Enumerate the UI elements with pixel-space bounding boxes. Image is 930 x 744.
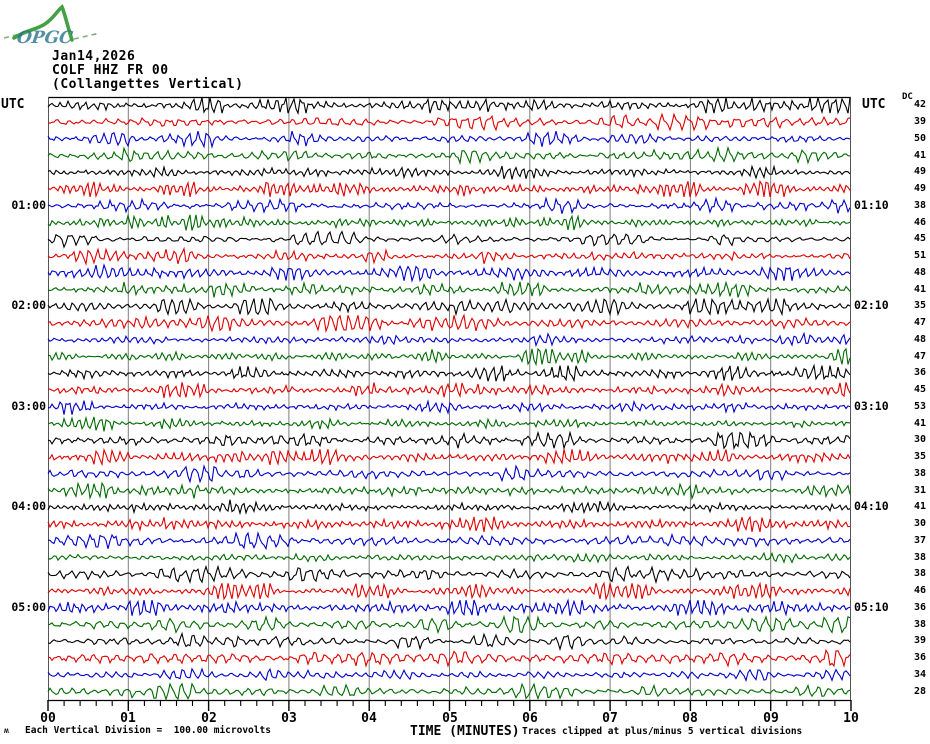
dc-value: 35 (913, 300, 926, 311)
x-tick-label: 01 (120, 711, 136, 726)
dc-value: 51 (913, 250, 926, 261)
x-tick-label: 06 (522, 711, 538, 726)
left-time-label: 03:00 (11, 399, 46, 413)
dc-value: 36 (913, 652, 926, 663)
x-tick-label: 07 (602, 711, 618, 726)
corner-mark: ʍ (4, 726, 9, 735)
dc-value: 39 (913, 116, 926, 127)
seismogram-plot (47, 96, 852, 711)
dc-value: 39 (913, 635, 926, 646)
x-axis-title: TIME (MINUTES) (410, 724, 520, 739)
dc-value: 41 (913, 284, 926, 295)
dc-value: 28 (913, 686, 926, 697)
helicorder-screen: OPGC Jan14,2026 COLF HHZ FR 00 (Collange… (0, 0, 930, 744)
dc-value: 47 (913, 317, 926, 328)
left-time-label: 05:00 (11, 600, 46, 614)
x-tick-label: 10 (843, 711, 859, 726)
dc-value: 41 (913, 150, 926, 161)
left-time-label: 02:00 (11, 298, 46, 312)
scale-note: Each Vertical Division = 100.00 microvol… (25, 725, 271, 736)
dc-value: 49 (913, 183, 926, 194)
x-tick-label: 02 (201, 711, 217, 726)
dc-value: 47 (913, 351, 926, 362)
right-time-label: 04:10 (854, 499, 889, 513)
dc-value: 53 (913, 401, 926, 412)
dc-value: 46 (913, 585, 926, 596)
dc-value: 36 (913, 367, 926, 378)
x-tick-label: 03 (281, 711, 297, 726)
dc-value: 42 (913, 99, 926, 110)
left-time-label: 04:00 (11, 499, 46, 513)
x-tick-label: 04 (361, 711, 377, 726)
dc-value: 38 (913, 200, 926, 211)
dc-value: 35 (913, 451, 926, 462)
right-time-label: 01:10 (854, 198, 889, 212)
dc-value: 30 (913, 518, 926, 529)
dc-value: 38 (913, 552, 926, 563)
x-tick-label: 08 (682, 711, 698, 726)
dc-value: 45 (913, 233, 926, 244)
dc-value: 38 (913, 568, 926, 579)
dc-value: 48 (913, 267, 926, 278)
dc-value: 37 (913, 535, 926, 546)
right-time-label: 05:10 (854, 600, 889, 614)
x-tick-label: 00 (40, 711, 56, 726)
clip-note: Traces clipped at plus/minus 5 vertical … (522, 726, 803, 737)
dc-value: 48 (913, 334, 926, 345)
left-time-label: 01:00 (11, 198, 46, 212)
dc-value: 46 (913, 217, 926, 228)
dc-value: 34 (913, 669, 926, 680)
dc-value: 38 (913, 468, 926, 479)
dc-value: 41 (913, 418, 926, 429)
dc-value: 31 (913, 485, 926, 496)
right-time-label: 02:10 (854, 298, 889, 312)
dc-value: 50 (913, 133, 926, 144)
dc-value: 30 (913, 434, 926, 445)
dc-value: 38 (913, 619, 926, 630)
dc-value: 49 (913, 166, 926, 177)
dc-value: 41 (913, 501, 926, 512)
x-tick-label: 09 (763, 711, 779, 726)
dc-value: 45 (913, 384, 926, 395)
right-time-label: 03:10 (854, 399, 889, 413)
dc-value: 36 (913, 602, 926, 613)
